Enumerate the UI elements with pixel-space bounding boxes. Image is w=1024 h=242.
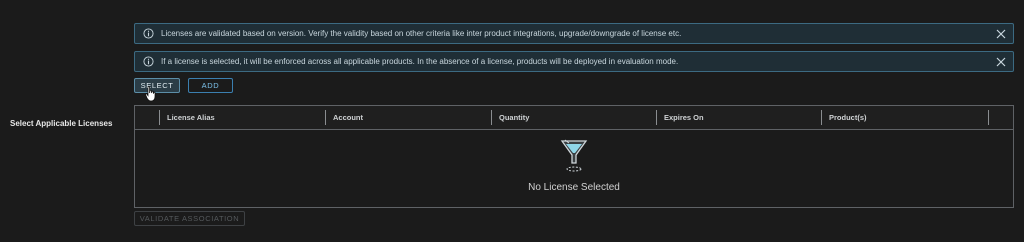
grid-header: License Alias Account Quantity Expires O… — [135, 106, 1013, 130]
close-icon[interactable] — [995, 28, 1007, 40]
validate-association-button[interactable]: VALIDATE ASSOCIATION — [134, 211, 245, 226]
select-button[interactable]: SELECT — [134, 78, 180, 93]
close-icon[interactable] — [995, 56, 1007, 68]
info-icon — [141, 27, 155, 41]
empty-state-text: No License Selected — [528, 182, 620, 193]
info-alert-enforcement: If a license is selected, it will be enf… — [134, 51, 1014, 72]
hand-cursor-icon — [145, 86, 157, 102]
alert-text: Licenses are validated based on version.… — [161, 29, 682, 38]
license-grid: License Alias Account Quantity Expires O… — [134, 105, 1014, 208]
column-separator[interactable] — [159, 110, 160, 125]
column-separator[interactable] — [325, 110, 326, 125]
empty-funnel-icon — [559, 138, 589, 174]
column-header-license-alias[interactable]: License Alias — [167, 113, 215, 122]
column-header-quantity[interactable]: Quantity — [499, 113, 529, 122]
column-separator[interactable] — [988, 110, 989, 125]
license-page: Licenses are validated based on version.… — [0, 0, 1024, 242]
column-header-expires-on[interactable]: Expires On — [664, 113, 704, 122]
field-label: Select Applicable Licenses — [10, 119, 113, 128]
info-icon — [141, 55, 155, 69]
column-separator[interactable] — [656, 110, 657, 125]
empty-state: No License Selected — [135, 138, 1013, 193]
alert-text: If a license is selected, it will be enf… — [161, 57, 679, 66]
column-separator[interactable] — [491, 110, 492, 125]
add-button[interactable]: ADD — [188, 78, 233, 93]
column-header-products[interactable]: Product(s) — [829, 113, 867, 122]
info-alert-version: Licenses are validated based on version.… — [134, 23, 1014, 44]
column-header-account[interactable]: Account — [333, 113, 363, 122]
column-separator[interactable] — [821, 110, 822, 125]
